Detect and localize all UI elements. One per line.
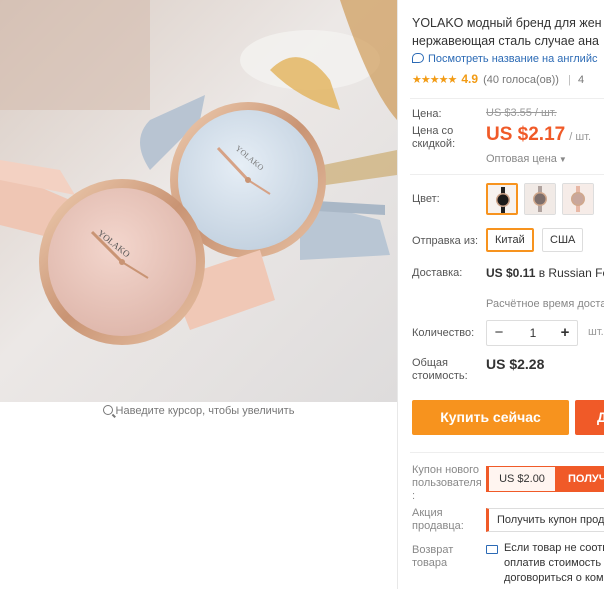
rating[interactable]: ★★★★★ 4.9 (40 голоса(ов)) | 4 [412,72,584,86]
divider [410,174,604,175]
product-info: YOLAKO модный бренд для жен нержавеющая … [410,0,604,589]
delivery-time: Расчётное время достав [486,298,604,310]
ship-from-china[interactable]: Китай [486,228,534,252]
return-policy-line: договориться о комп [504,572,604,584]
quantity-unit: шт. ( [588,326,604,338]
product-title: YOLAKO модный бренд для жен нержавеющая … [412,14,604,50]
return-label: Возврат товара [412,544,454,569]
product-title-line1: YOLAKO модный бренд для жен [412,16,602,30]
delivery-destination: в Russian Fed [538,266,604,280]
divider [397,0,398,589]
discount-price: US $2.17/ шт. [486,124,591,146]
new-user-coupon-label: Купон нового пользователя : [412,464,482,502]
discount-price-value: US $2.17 [486,124,566,145]
quantity-decrease-button[interactable]: − [487,321,511,345]
translate-link-text: Посмотреть название на английс [428,53,598,65]
return-policy-line: оплатив стоимость е [504,557,604,569]
divider [410,98,604,99]
get-coupon-button[interactable]: ПОЛУЧ [556,466,604,492]
star-rating-icon: ★★★★★ [412,74,457,86]
add-to-cart-button[interactable]: Д [575,400,604,435]
new-user-coupon-value: US $2.00 [486,466,556,492]
delivery-option[interactable]: US $0.11 в Russian Fed [486,266,604,280]
old-price: US $3.55 / шт. [486,107,557,119]
return-policy-icon [486,545,498,554]
wholesale-label: Оптовая цена [486,153,557,165]
chevron-down-icon: ▼ [558,155,567,164]
color-option-gray[interactable] [524,183,556,215]
ship-from-label: Отправка из: [412,235,479,247]
rating-score: 4.9 [461,72,479,86]
translate-icon [412,53,424,63]
total-price: US $2.28 [486,356,545,372]
quantity-stepper: − 1 + [486,320,578,346]
separator: | [568,74,571,86]
total-label: Общая стоимость: [412,357,468,382]
color-option-black[interactable] [486,183,518,215]
wholesale-price-toggle[interactable]: Оптовая цена ▼ [486,153,567,165]
seller-coupon-button[interactable]: Получить купон прод [486,508,604,532]
quantity-input[interactable]: 1 [511,321,555,345]
buy-now-button[interactable]: Купить сейчас [412,400,569,435]
quantity-label: Количество: [412,327,475,339]
rating-extra: 4 [577,74,585,86]
delivery-price: US $0.11 [486,266,536,280]
discount-price-label: Цена со скидкой: [412,125,456,150]
price-unit: / шт. [569,131,592,143]
return-policy-line: Если товар не соотв [504,542,604,554]
product-title-line2: нержавеющая сталь случае ана [412,34,599,48]
color-option-pink[interactable] [562,183,594,215]
price-label: Цена: [412,108,442,120]
divider [410,452,604,453]
translate-link[interactable]: Посмотреть название на английс [412,53,597,65]
product-image[interactable]: YOLAKO YOLAKO [0,0,397,402]
delivery-label: Доставка: [412,267,463,279]
color-label: Цвет: [412,193,440,205]
ship-from-usa[interactable]: США [542,228,584,252]
watches-photo: YOLAKO YOLAKO [0,0,397,402]
seller-promo-label: Акция продавца: [412,507,464,532]
zoom-hint: Наведите курсор, чтобы увеличить [0,405,397,417]
magnifier-icon [102,405,113,415]
zoom-hint-text: Наведите курсор, чтобы увеличить [115,405,295,417]
rating-votes: (40 голоса(ов)) [483,74,559,86]
quantity-increase-button[interactable]: + [553,321,577,345]
return-policy-text: Если товар не соотв оплатив стоимость е … [504,541,604,586]
